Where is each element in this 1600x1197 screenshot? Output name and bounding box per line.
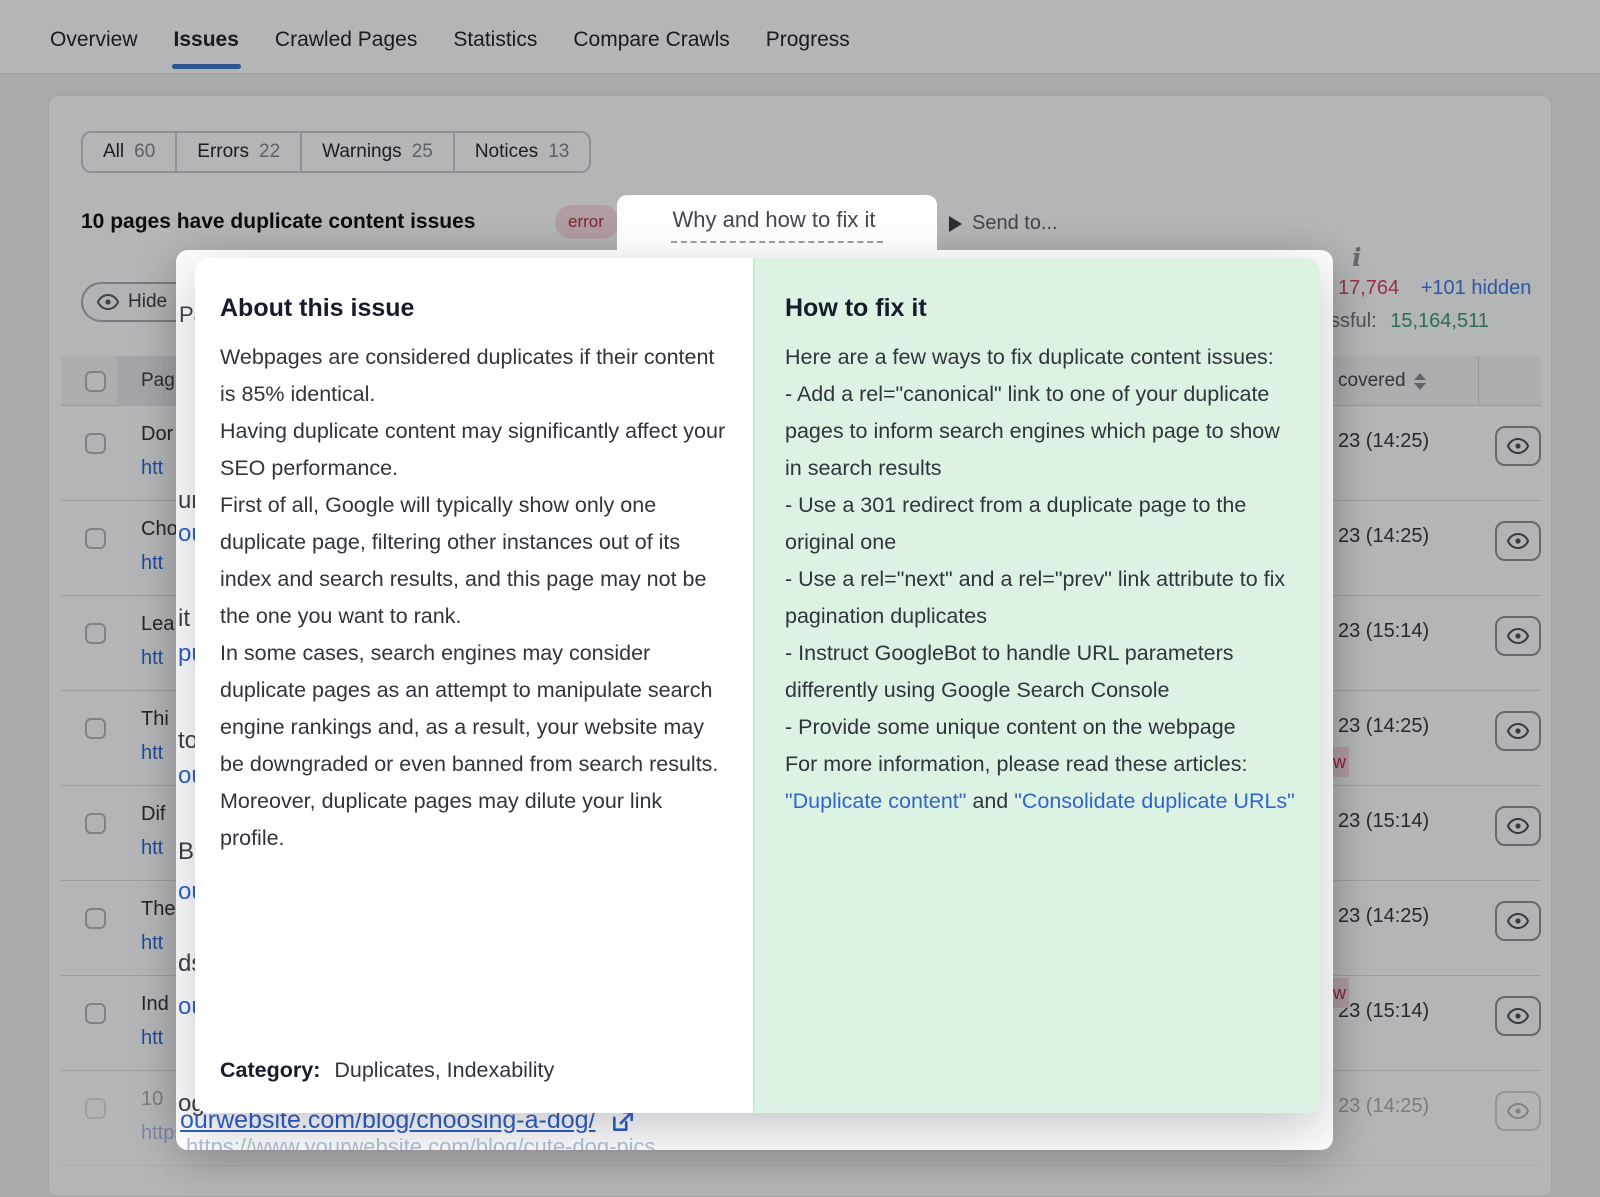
why-how-to-fix-link[interactable]: Why and how to fix it bbox=[671, 207, 884, 243]
duplicate-content-article-link[interactable]: "Duplicate content" bbox=[785, 789, 966, 813]
about-issue-body: Webpages are considered duplicates if th… bbox=[220, 339, 730, 857]
about-issue-panel: About this issue Webpages are considered… bbox=[195, 258, 753, 1113]
site-audit-page: Overview Issues Crawled Pages Statistics… bbox=[0, 0, 1600, 1197]
consolidate-urls-article-link[interactable]: "Consolidate duplicate URLs" bbox=[1014, 789, 1295, 813]
about-issue-heading: About this issue bbox=[220, 294, 731, 323]
issue-info-tooltip: About this issue Webpages are considered… bbox=[195, 258, 1320, 1113]
why-how-trigger-tab: Why and how to fix it bbox=[617, 195, 937, 257]
text-fragment: B bbox=[178, 838, 194, 866]
category-label: Category: bbox=[220, 1058, 320, 1082]
issue-category: Category: Duplicates, Indexability bbox=[220, 1058, 554, 1083]
how-to-fix-panel: How to fix it Here are a few ways to fix… bbox=[753, 258, 1320, 1113]
how-to-fix-body: Here are a few ways to fix duplicate con… bbox=[785, 339, 1300, 820]
category-value: Duplicates, Indexability bbox=[334, 1058, 554, 1082]
fix-body-text: Here are a few ways to fix duplicate con… bbox=[785, 345, 1285, 776]
and-text: and bbox=[966, 789, 1014, 813]
how-to-fix-heading: How to fix it bbox=[785, 294, 1300, 323]
ghost-page-url: https://www.yourwebsite.com/blog/cute-do… bbox=[186, 1134, 656, 1150]
text-fragment: it bbox=[178, 605, 190, 633]
